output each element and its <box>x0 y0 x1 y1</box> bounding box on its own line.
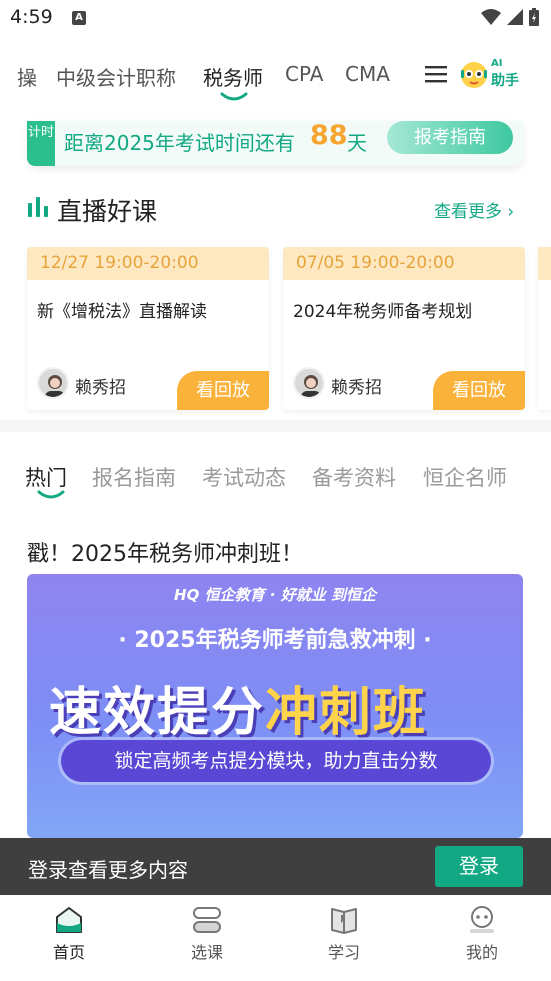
banner-tagline: 锁定高频考点提分模块，助力直击分数 <box>61 740 491 782</box>
banner-headline-left: 速效提分 <box>49 683 266 743</box>
banner-subtitle: · 2025年税务师考前急救冲刺 · <box>118 628 432 653</box>
live-card-title: 2024年税务师备考规划 <box>293 302 473 322</box>
nav-label: 我的 <box>465 943 498 962</box>
nav-profile[interactable]: 我的 <box>442 905 522 963</box>
exam-countdown-banner: 计时 距离2025年考试时间还有 88 天 报考指南 <box>27 120 523 166</box>
status-time: 4:59 <box>10 6 53 28</box>
banner-headline: 速效提分冲刺班 <box>49 670 427 745</box>
nav-home[interactable]: 首页 <box>29 905 109 963</box>
tab-registration-guide[interactable]: 报名指南 <box>92 462 176 492</box>
article-banner-image[interactable]: HQ 恒企教育 · 好就业 到恒企 · 2025年税务师考前急救冲刺 · 速效提… <box>27 574 523 838</box>
category-active-indicator <box>37 490 65 499</box>
tab-hot[interactable]: 热门 <box>25 462 67 492</box>
tab-exam-news[interactable]: 考试动态 <box>202 462 286 492</box>
live-card-teacher: 赖秀招 <box>331 378 382 398</box>
login-button[interactable]: 登录 <box>435 846 523 887</box>
robot-icon <box>461 62 487 88</box>
tab-famous-teachers[interactable]: 恒企名师 <box>423 462 507 492</box>
bottom-navigation: 首页 选课 学习 我的 <box>0 895 551 981</box>
banner-headline-right: 冲刺班 <box>265 683 428 743</box>
tab-active-indicator <box>220 92 248 101</box>
live-section-title: 直播好课 <box>57 197 158 226</box>
article-title[interactable]: 戳！2025年税务师冲刺班！ <box>27 536 303 568</box>
tab-intermediate-accounting[interactable]: 中级会计职称 <box>56 62 176 91</box>
tab-cma[interactable]: CMA <box>345 62 390 86</box>
replay-button[interactable]: 看回放 <box>177 371 269 410</box>
exam-guide-button[interactable]: 报考指南 <box>387 121 513 154</box>
tab-cpa[interactable]: CPA <box>285 62 323 86</box>
live-card-teacher: 赖秀招 <box>75 378 126 398</box>
countdown-text: 距离2025年考试时间还有 <box>64 131 295 155</box>
wifi-icon <box>481 9 501 25</box>
avatar <box>37 367 69 399</box>
countdown-unit: 天 <box>347 131 367 155</box>
book-icon <box>331 908 357 934</box>
live-card[interactable]: 07/05 19:00-20:00 2024年税务师备考规划 赖秀招 看回放 <box>283 247 525 410</box>
notification-icon: A <box>72 11 86 25</box>
tab-partial[interactable]: 操 <box>17 62 37 91</box>
replay-button[interactable]: 看回放 <box>433 371 525 410</box>
section-divider <box>0 420 551 432</box>
nav-label: 首页 <box>52 943 85 962</box>
nav-courses[interactable]: 选课 <box>167 905 247 963</box>
live-view-more-link[interactable]: 查看更多 › <box>434 197 514 222</box>
avatar <box>293 367 325 399</box>
signal-icon <box>507 9 523 25</box>
live-card-peek[interactable] <box>538 247 551 410</box>
nav-label: 学习 <box>327 943 360 962</box>
tab-tax-advisor[interactable]: 税务师 <box>203 62 263 91</box>
status-bar: 4:59 A <box>0 0 551 38</box>
menu-icon[interactable] <box>425 64 447 84</box>
banner-brand: HQ 恒企教育 · 好就业 到恒企 <box>174 586 376 604</box>
course-icon <box>193 907 221 933</box>
tab-study-materials[interactable]: 备考资料 <box>312 462 396 492</box>
live-bars-icon <box>28 197 48 217</box>
home-icon <box>56 907 82 933</box>
countdown-days: 88 <box>310 120 348 151</box>
ai-assistant-label: 助手 <box>491 73 519 89</box>
live-card-time: 07/05 19:00-20:00 <box>283 247 525 280</box>
battery-icon <box>529 8 539 26</box>
live-card-time: 12/27 19:00-20:00 <box>27 247 269 280</box>
status-icons <box>481 8 539 26</box>
ai-badge: AI <box>491 58 503 69</box>
login-prompt-bar: 登录查看更多内容 登录 <box>0 838 551 895</box>
live-card-title: 新《增税法》直播解读 <box>37 302 207 322</box>
countdown-tag: 计时 <box>27 121 55 166</box>
profile-icon <box>470 906 494 933</box>
login-prompt-text: 登录查看更多内容 <box>28 858 188 882</box>
nav-study[interactable]: 学习 <box>304 905 384 963</box>
nav-label: 选课 <box>190 943 223 962</box>
live-card[interactable]: 12/27 19:00-20:00 新《增税法》直播解读 赖秀招 看回放 <box>27 247 269 410</box>
